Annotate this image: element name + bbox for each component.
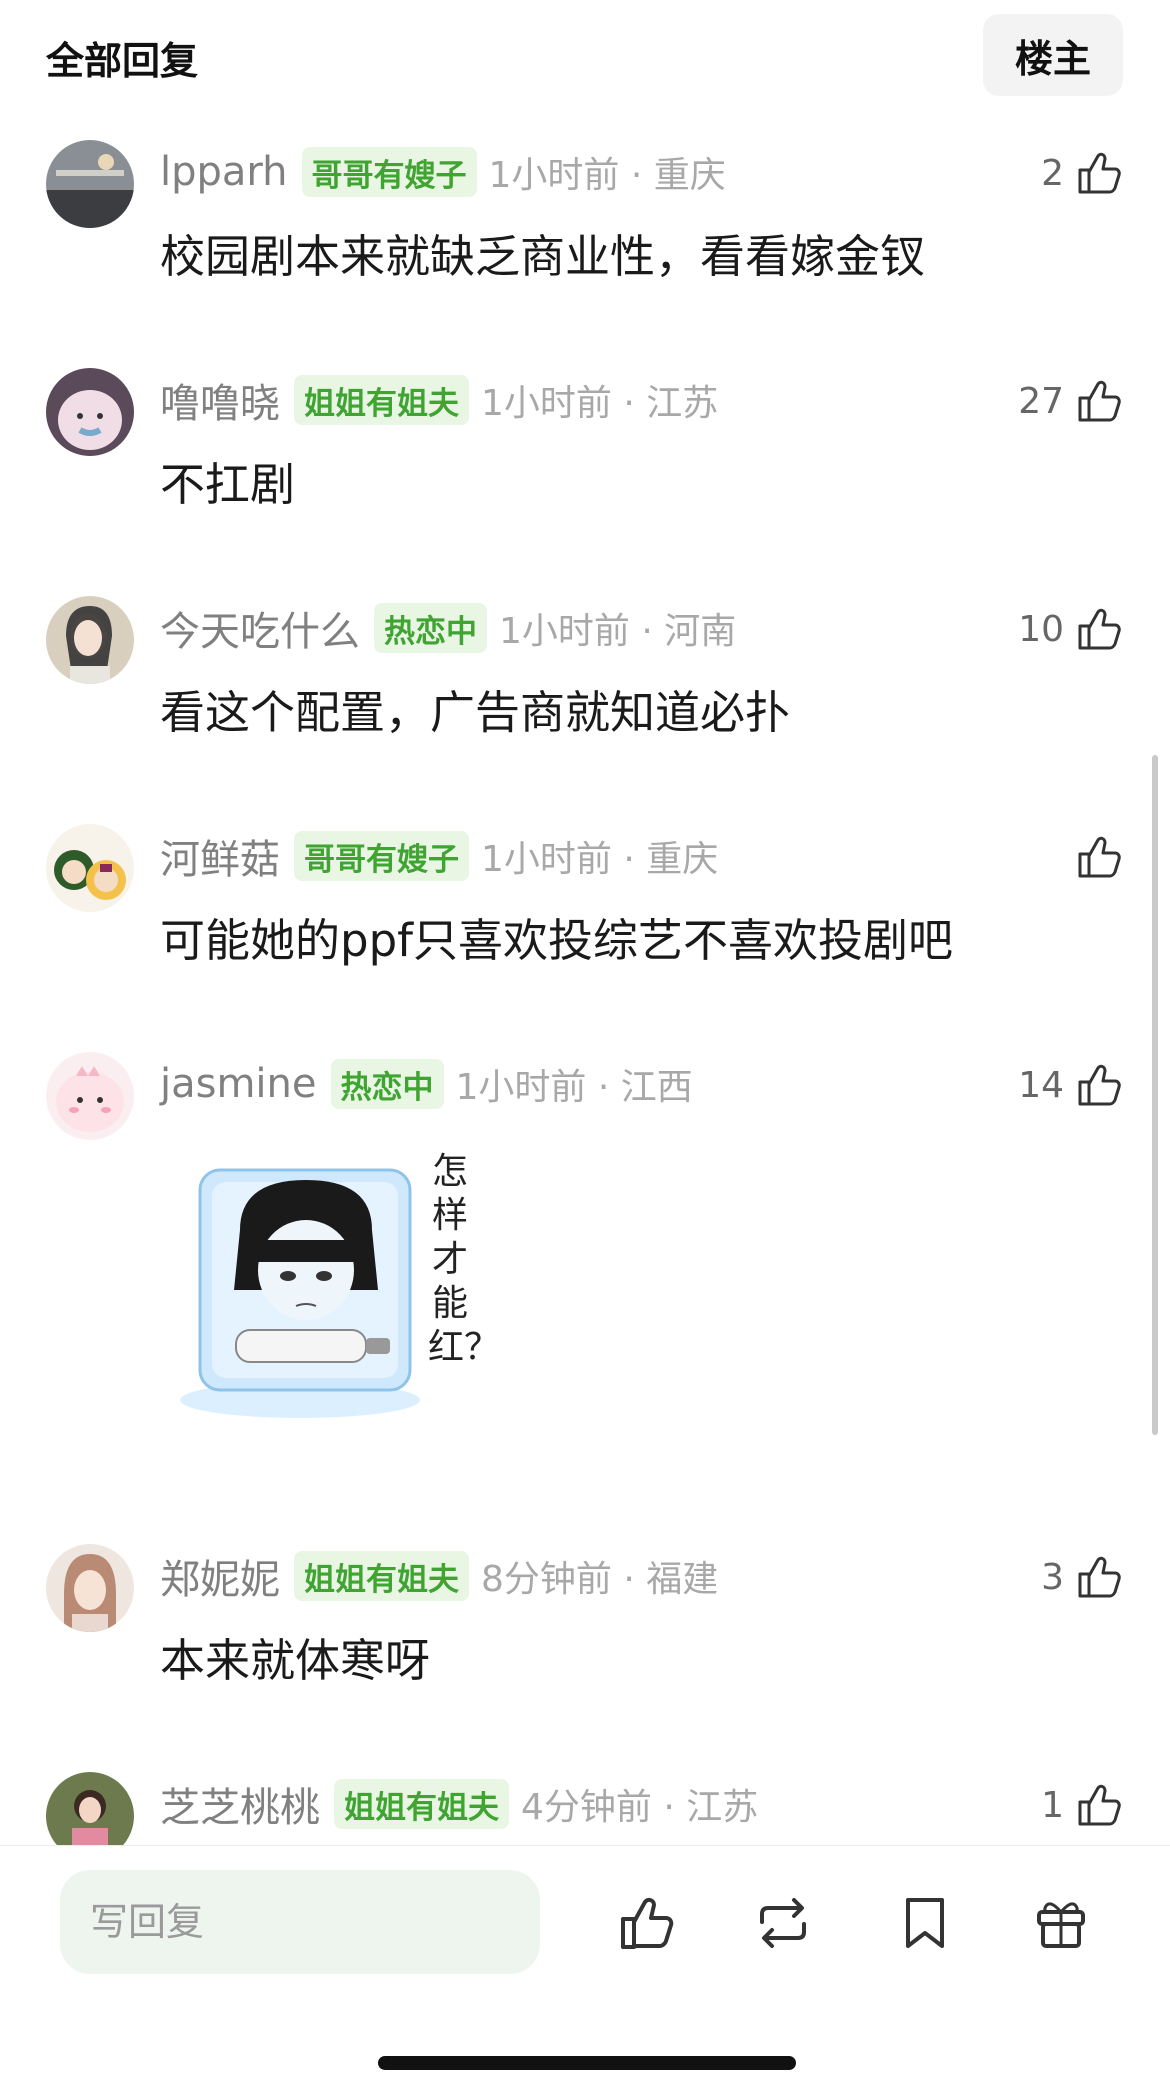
avatar[interactable]	[46, 824, 134, 912]
avatar[interactable]	[46, 140, 134, 228]
like-count: 1	[1041, 1784, 1064, 1826]
avatar[interactable]	[46, 1052, 134, 1140]
avatar[interactable]	[46, 596, 134, 684]
thumbs-up-icon	[1074, 148, 1124, 198]
comment-text: 看这个配置，广告商就知道必扑	[160, 686, 791, 739]
avatar[interactable]	[46, 1772, 134, 1845]
comment-meta: 郑妮妮 姐姐有姐夫 8分钟前 · 福建	[160, 1546, 718, 1606]
comment-time-location: 1小时前 · 重庆	[488, 155, 726, 196]
user-tag-badge: 姐姐有姐夫	[334, 1779, 509, 1829]
thumbs-up-icon	[1074, 604, 1124, 654]
user-tag-badge: 热恋中	[330, 1059, 444, 1109]
user-tag-badge: 哥哥有嫂子	[294, 831, 469, 881]
comment-time-location: 8分钟前 · 福建	[481, 1559, 719, 1600]
comment-time-location: 4分钟前 · 江苏	[521, 1787, 759, 1828]
reply-input[interactable]	[60, 1870, 540, 1974]
comment-meta: 噜噜晓 姐姐有姐夫 1小时前 · 江苏	[160, 370, 718, 430]
like-button[interactable]: 10	[1018, 596, 1124, 662]
user-tag-badge: 姐姐有姐夫	[294, 1551, 469, 1601]
repost-icon	[752, 1892, 814, 1954]
op-filter-button[interactable]: 楼主	[983, 14, 1123, 96]
avatar[interactable]	[46, 1544, 134, 1632]
like-action-button[interactable]	[612, 1888, 682, 1958]
user-tag-badge: 热恋中	[374, 603, 487, 653]
username[interactable]: 今天吃什么	[160, 599, 360, 657]
bookmark-action-button[interactable]	[890, 1888, 960, 1958]
comment-time-location: 1小时前 · 重庆	[481, 839, 719, 880]
page-title: 全部回复	[46, 39, 199, 83]
comment-item[interactable]: 今天吃什么 热恋中 1小时前 · 河南 看这个配置，广告商就知道必扑 10	[0, 596, 1170, 776]
sticker-caption: 怎样才能红？	[428, 1151, 501, 1368]
comment-text: 可能她的ppf只喜欢投综艺不喜欢投剧吧	[160, 914, 953, 967]
comment-text: 本来就体寒呀	[160, 1634, 431, 1687]
home-indicator[interactable]	[378, 2056, 796, 2070]
comment-item[interactable]: 郑妮妮 姐姐有姐夫 8分钟前 · 福建 本来就体寒呀 3	[0, 1544, 1170, 1724]
comment-meta: 河鲜菇 哥哥有嫂子 1小时前 · 重庆	[160, 826, 718, 886]
username[interactable]: lpparh	[160, 149, 288, 195]
bookmark-icon	[894, 1892, 956, 1954]
comment-meta: 今天吃什么 热恋中 1小时前 · 河南	[160, 598, 736, 658]
like-button[interactable]: 14	[1018, 1052, 1124, 1118]
page-header: 全部回复 楼主	[0, 0, 1170, 110]
bottom-action-bar	[0, 1845, 1170, 2096]
comment-list: lpparh 哥哥有嫂子 1小时前 · 重庆 校园剧本来就缺乏商业性，看看嫁金钗…	[0, 0, 1170, 1845]
like-count: 3	[1041, 1556, 1064, 1598]
thumbs-up-icon	[1074, 1780, 1124, 1830]
thumbs-up-icon	[616, 1892, 678, 1954]
like-count: 10	[1018, 608, 1064, 650]
sticker-image[interactable]: 怎样才能红？	[170, 1130, 501, 1430]
gift-action-button[interactable]	[1026, 1888, 1096, 1958]
like-button[interactable]: 2	[1041, 140, 1124, 206]
username[interactable]: 芝芝桃桃	[160, 1775, 320, 1833]
comment-meta: jasmine 热恋中 1小时前 · 江西	[160, 1054, 693, 1114]
username[interactable]: jasmine	[160, 1061, 317, 1107]
scrollbar[interactable]	[1152, 755, 1158, 1435]
comment-time-location: 1小时前 · 河南	[499, 611, 737, 652]
like-count: 27	[1018, 380, 1064, 422]
user-tag-badge: 姐姐有姐夫	[294, 375, 469, 425]
repost-action-button[interactable]	[748, 1888, 818, 1958]
avatar[interactable]	[46, 368, 134, 456]
like-button[interactable]: 3	[1041, 1544, 1124, 1610]
comment-item[interactable]: 噜噜晓 姐姐有姐夫 1小时前 · 江苏 不扛剧 27	[0, 368, 1170, 548]
like-button[interactable]: 1	[1041, 1772, 1124, 1838]
comment-item[interactable]: 河鲜菇 哥哥有嫂子 1小时前 · 重庆 可能她的ppf只喜欢投综艺不喜欢投剧吧	[0, 824, 1170, 1004]
thumbs-up-icon	[1074, 1552, 1124, 1602]
comment-item[interactable]: lpparh 哥哥有嫂子 1小时前 · 重庆 校园剧本来就缺乏商业性，看看嫁金钗…	[0, 140, 1170, 320]
comment-meta: 芝芝桃桃 姐姐有姐夫 4分钟前 · 江苏	[160, 1774, 758, 1834]
user-tag-badge: 哥哥有嫂子	[301, 147, 477, 197]
like-count: 14	[1018, 1064, 1064, 1106]
comment-item[interactable]: jasmine 热恋中 1小时前 · 江西 怎样才能红？ 14	[0, 1052, 1170, 1462]
comment-time-location: 1小时前 · 江西	[455, 1067, 693, 1108]
username[interactable]: 河鲜菇	[160, 827, 280, 885]
like-button[interactable]: 27	[1018, 368, 1124, 434]
like-button[interactable]	[1064, 824, 1124, 890]
comment-item[interactable]: 芝芝桃桃 姐姐有姐夫 4分钟前 · 江苏 1	[0, 1772, 1170, 1845]
username[interactable]: 噜噜晓	[160, 371, 280, 429]
thumbs-up-icon	[1074, 832, 1124, 882]
username[interactable]: 郑妮妮	[160, 1547, 280, 1605]
gift-icon	[1030, 1892, 1092, 1954]
thumbs-up-icon	[1074, 376, 1124, 426]
like-count: 2	[1041, 152, 1064, 194]
comment-text: 校园剧本来就缺乏商业性，看看嫁金钗	[160, 230, 926, 283]
comment-meta: lpparh 哥哥有嫂子 1小时前 · 重庆	[160, 142, 726, 202]
comment-time-location: 1小时前 · 江苏	[481, 383, 719, 424]
comment-text: 不扛剧	[160, 458, 296, 511]
thumbs-up-icon	[1074, 1060, 1124, 1110]
